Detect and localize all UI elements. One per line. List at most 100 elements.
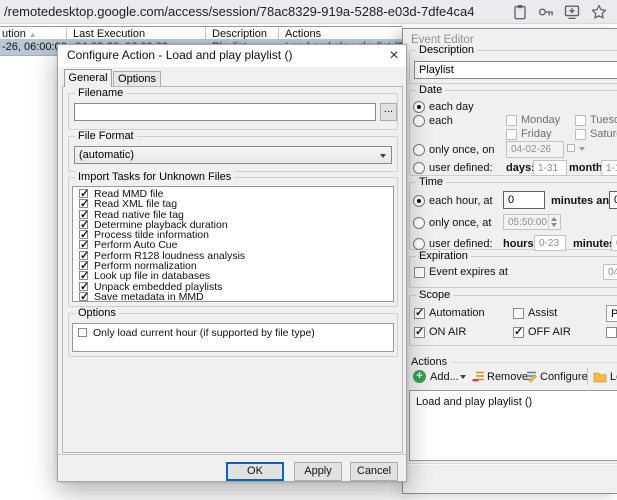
date-user-defined-radio[interactable] bbox=[413, 162, 425, 174]
expiration-date-input[interactable]: 04-02-26 bbox=[603, 264, 617, 280]
spinner-buttons[interactable] bbox=[548, 215, 560, 229]
automation-checkbox[interactable] bbox=[414, 308, 425, 319]
monday-label: Monday bbox=[521, 114, 560, 127]
sort-ascending-icon: ▲ bbox=[29, 30, 37, 39]
filename-input[interactable] bbox=[74, 103, 376, 121]
scope-cutoff-checkbox[interactable] bbox=[606, 327, 617, 338]
action-list-item[interactable]: Load and play playlist () bbox=[416, 396, 532, 409]
friday-checkbox[interactable] bbox=[506, 129, 517, 140]
each-hour-seconds-input[interactable]: 0 bbox=[609, 191, 617, 209]
automation-label: Automation bbox=[429, 307, 485, 320]
configure-icon[interactable] bbox=[525, 370, 538, 383]
time-user-defined-radio[interactable] bbox=[413, 238, 425, 250]
clipboard-icon[interactable] bbox=[511, 3, 529, 21]
install-icon[interactable] bbox=[563, 3, 581, 21]
configure-button[interactable]: Configure bbox=[540, 371, 588, 384]
assist-checkbox[interactable] bbox=[513, 308, 524, 319]
dialog-title: Configure Action - Load and play playlis… bbox=[67, 49, 292, 62]
add-icon[interactable]: + bbox=[413, 370, 426, 383]
hours-label: hours: bbox=[503, 238, 537, 251]
hours-input[interactable]: 0-23 bbox=[534, 235, 566, 251]
add-dropdown-icon[interactable] bbox=[460, 375, 466, 379]
folder-icon[interactable] bbox=[593, 370, 607, 383]
each-day-label: each day bbox=[429, 101, 474, 114]
only-once-at-radio[interactable] bbox=[413, 217, 425, 229]
scope-cutoff-element[interactable]: P bbox=[606, 305, 617, 322]
add-button[interactable]: Add... bbox=[430, 371, 459, 384]
expiration-label: Expiration bbox=[416, 250, 471, 263]
calendar-icon bbox=[567, 144, 575, 152]
filename-label: Filename bbox=[75, 87, 126, 100]
description-label: Description bbox=[416, 44, 477, 57]
options-list: Only load current hour (if supported by … bbox=[72, 323, 394, 352]
configure-action-dialog: Configure Action - Load and play playlis… bbox=[57, 44, 407, 482]
saturday-checkbox[interactable] bbox=[575, 129, 586, 140]
date-user-defined-label: user defined: bbox=[429, 162, 493, 175]
monday-checkbox[interactable] bbox=[506, 115, 517, 126]
file-format-label: File Format bbox=[75, 130, 137, 143]
event-expires-label: Event expires at bbox=[429, 266, 508, 279]
task-item[interactable]: Save metadata in MMD bbox=[77, 292, 393, 302]
remove-button[interactable]: Remove bbox=[487, 371, 528, 384]
actions-list: Load and play playlist () bbox=[409, 390, 617, 461]
on-air-label: ON AIR bbox=[429, 326, 466, 339]
event-editor-window: Event Editor Description Playlist Date e… bbox=[402, 28, 617, 494]
import-tasks-list: Read MMD file Read XML file tag Read nat… bbox=[72, 186, 394, 302]
each-radio[interactable] bbox=[413, 115, 425, 127]
ok-button[interactable]: OK bbox=[226, 462, 284, 481]
only-once-on-radio[interactable] bbox=[413, 144, 425, 156]
screen: /remotedesktop.google.com/access/session… bbox=[0, 0, 617, 500]
url-bar[interactable]: /remotedesktop.google.com/access/session… bbox=[4, 4, 474, 20]
event-expires-checkbox[interactable] bbox=[414, 267, 425, 278]
description-input[interactable]: Playlist bbox=[414, 61, 617, 79]
actions-label: Actions bbox=[411, 356, 447, 369]
event-editor-footer bbox=[403, 463, 617, 493]
apply-button[interactable]: Apply bbox=[294, 462, 342, 481]
tuesday-label: Tuesday bbox=[590, 114, 617, 127]
close-icon[interactable]: × bbox=[384, 46, 404, 66]
tab-options[interactable]: Options bbox=[113, 71, 161, 87]
minutes-input[interactable]: 0 bbox=[611, 235, 617, 251]
options-label: Options bbox=[75, 307, 119, 320]
days-input[interactable]: 1-31 bbox=[533, 160, 567, 176]
key-icon[interactable] bbox=[537, 3, 555, 21]
browse-button[interactable]: ... bbox=[380, 103, 397, 121]
friday-label: Friday bbox=[521, 128, 552, 141]
only-load-current-hour-label: Only load current hour (if supported by … bbox=[93, 327, 315, 340]
dialog-title-bar[interactable]: Configure Action - Load and play playlis… bbox=[58, 45, 406, 67]
only-once-at-label: only once, at bbox=[429, 217, 491, 230]
each-day-radio[interactable] bbox=[413, 101, 425, 113]
cancel-button[interactable]: Cancel bbox=[350, 462, 398, 481]
off-air-checkbox[interactable] bbox=[513, 327, 524, 338]
load-button[interactable]: Lo bbox=[610, 371, 617, 384]
months-input[interactable]: 1-12 bbox=[601, 160, 617, 176]
on-air-checkbox[interactable] bbox=[414, 327, 425, 338]
only-once-on-date-picker[interactable]: 04-02-26 bbox=[506, 141, 564, 158]
each-hour-label: each hour, at bbox=[429, 195, 493, 208]
scope-label: Scope bbox=[416, 289, 453, 302]
off-air-label: OFF AIR bbox=[528, 326, 571, 339]
remove-icon[interactable] bbox=[472, 370, 485, 383]
browser-bar: /remotedesktop.google.com/access/session… bbox=[0, 0, 617, 24]
dropdown-chevron-icon bbox=[380, 154, 386, 158]
toolbar-separator bbox=[587, 368, 588, 385]
date-dropdown-icon[interactable] bbox=[579, 147, 585, 151]
tab-general[interactable]: General bbox=[64, 69, 112, 87]
each-label: each bbox=[429, 115, 453, 128]
days-label: days: bbox=[506, 162, 535, 175]
saturday-label: Saturday bbox=[590, 128, 617, 141]
import-tasks-label: Import Tasks for Unknown Files bbox=[75, 171, 234, 184]
tuesday-checkbox[interactable] bbox=[575, 115, 586, 126]
each-hour-minutes-input[interactable]: 0 bbox=[503, 191, 545, 209]
each-hour-radio[interactable] bbox=[413, 195, 425, 207]
date-label: Date bbox=[416, 84, 445, 97]
star-icon[interactable] bbox=[590, 3, 608, 21]
only-load-current-hour-checkbox[interactable] bbox=[78, 328, 87, 337]
actions-separator bbox=[451, 362, 617, 363]
minutes-and-label: minutes and bbox=[551, 195, 616, 208]
assist-label: Assist bbox=[528, 307, 557, 320]
only-once-on-label: only once, on bbox=[429, 144, 494, 157]
file-format-dropdown[interactable]: (automatic) bbox=[74, 146, 392, 164]
dialog-footer-separator bbox=[58, 454, 406, 455]
time-label: Time bbox=[416, 176, 446, 189]
